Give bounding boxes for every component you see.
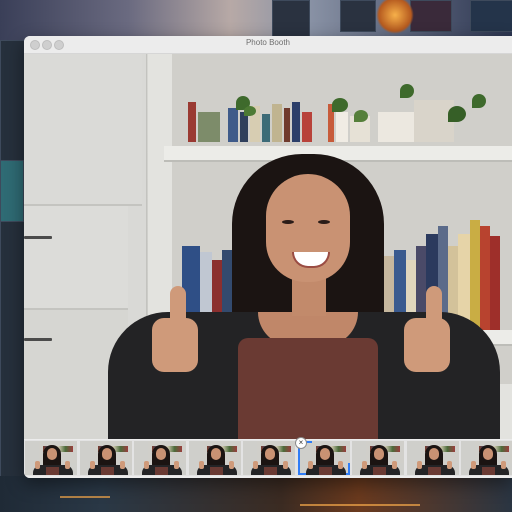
window-title: Photo Booth [245,38,291,47]
person-tank-top [238,338,378,439]
photo-booth-window: Photo Booth × [24,36,512,478]
photo-thumbnail[interactable] [79,441,132,475]
photo-thumbnail[interactable] [25,441,77,475]
photo-thumbnail[interactable] [406,441,459,475]
photo-thumbnail[interactable] [188,441,241,475]
photo-filmstrip: × [24,437,512,476]
delete-photo-button[interactable]: × [295,437,307,449]
photo-thumbnail[interactable] [134,441,186,475]
camera-preview [24,54,512,439]
left-thumbs-up [152,318,198,372]
photo-thumbnail[interactable] [461,441,512,475]
bottom-toolbar [24,476,512,478]
right-thumbs-up [404,318,450,372]
title-bar: Photo Booth [24,36,512,54]
photo-thumbnail[interactable] [243,441,295,475]
photo-thumbnail[interactable] [352,441,404,475]
